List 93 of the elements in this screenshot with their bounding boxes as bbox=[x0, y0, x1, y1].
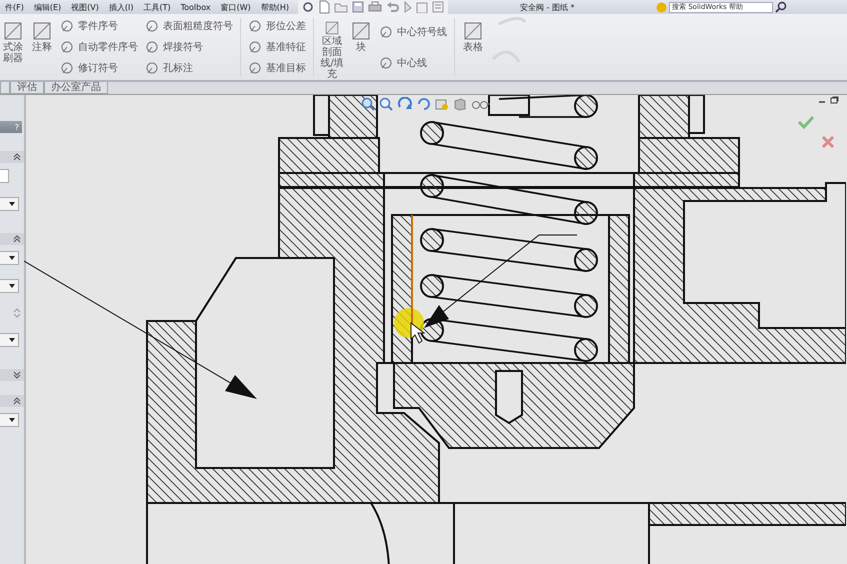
ribbon-button[interactable]: 式涂刷器 bbox=[0, 14, 26, 80]
zoom-icon[interactable] bbox=[361, 97, 375, 111]
section-header[interactable] bbox=[0, 151, 24, 163]
search-icon bbox=[775, 1, 787, 13]
confirm-check-icon[interactable] bbox=[798, 115, 814, 129]
dropdown[interactable] bbox=[0, 333, 19, 347]
restore-icon[interactable] bbox=[830, 96, 839, 104]
save-icon bbox=[352, 1, 364, 13]
new-document-icon bbox=[318, 0, 330, 14]
button-label: 基准目标 bbox=[266, 62, 306, 75]
button-label: 区域剖面线/填充 bbox=[320, 36, 344, 80]
section-header[interactable] bbox=[0, 369, 24, 381]
tool-icon bbox=[31, 20, 53, 42]
ribbon-button[interactable]: 中心符号线 bbox=[379, 24, 447, 38]
undo-icon bbox=[386, 1, 400, 13]
symbol-icon bbox=[145, 19, 159, 34]
ribbon-button[interactable]: 自动零件序号 bbox=[60, 40, 138, 54]
button-label: 式涂刷器 bbox=[2, 42, 24, 64]
button-label: 中心线 bbox=[397, 56, 427, 70]
symbol-icon bbox=[60, 60, 74, 75]
ribbon-button[interactable]: 基准特征 bbox=[248, 40, 306, 54]
menu-item[interactable]: 窗口(W) bbox=[216, 2, 256, 12]
button-label: 注释 bbox=[31, 42, 53, 53]
ribbon-button[interactable]: 注释 bbox=[29, 14, 55, 80]
button-label: 表格 bbox=[462, 42, 484, 53]
dropdown[interactable] bbox=[0, 279, 19, 293]
menu-item[interactable]: 工具(T) bbox=[138, 2, 176, 12]
tool-icon bbox=[350, 20, 372, 42]
button-label: 孔标注 bbox=[163, 62, 193, 75]
display-style-icon[interactable] bbox=[435, 97, 449, 111]
menu-item[interactable]: 编辑(E) bbox=[28, 2, 66, 12]
ribbon-button[interactable]: 区域剖面线/填充 bbox=[319, 14, 345, 80]
button-label: 焊接符号 bbox=[163, 40, 203, 54]
dropdown-arrow-icon bbox=[9, 338, 15, 342]
menu-item[interactable]: 件(F) bbox=[0, 2, 29, 12]
dropdown-arrow-icon bbox=[9, 256, 15, 260]
ribbon-button[interactable]: 孔标注 bbox=[145, 60, 233, 75]
symbol-icon bbox=[248, 19, 262, 34]
menu-item[interactable]: 插入(I) bbox=[104, 2, 138, 12]
button-label: 基准特征 bbox=[266, 40, 306, 54]
tool-icon bbox=[462, 20, 484, 42]
ribbon-button[interactable]: 零件序号 bbox=[60, 19, 138, 34]
ribbon-button[interactable]: 焊接符号 bbox=[145, 40, 233, 54]
dropdown[interactable] bbox=[0, 413, 19, 427]
button-label: 自动零件序号 bbox=[78, 40, 138, 54]
input-field[interactable] bbox=[0, 169, 9, 183]
window-title: 安全阀 - 图纸 * bbox=[520, 2, 575, 12]
button-label: 块 bbox=[355, 42, 367, 53]
symbol-icon bbox=[60, 40, 74, 54]
button-label: 零件序号 bbox=[78, 20, 118, 34]
collapse-icon[interactable] bbox=[13, 153, 21, 161]
ribbon-button[interactable]: 表格 bbox=[460, 14, 486, 80]
symbol-icon bbox=[145, 60, 159, 75]
ribbon-button[interactable]: 修订符号 bbox=[60, 60, 138, 75]
symbol-icon bbox=[379, 56, 393, 70]
ribbon-button[interactable]: 表面粗糙度符号 bbox=[145, 19, 233, 34]
dropdown-arrow-icon bbox=[9, 202, 15, 206]
section-header[interactable] bbox=[0, 395, 24, 407]
print-icon bbox=[368, 1, 382, 13]
cursor-icon bbox=[404, 1, 412, 13]
cursor-icon bbox=[410, 322, 426, 344]
symbol-icon bbox=[379, 24, 393, 38]
button-label: 中心符号线 bbox=[397, 26, 447, 38]
symbol-icon bbox=[60, 19, 74, 34]
menu-item[interactable]: Toolbox bbox=[176, 2, 216, 12]
button-label: 修订符号 bbox=[78, 62, 118, 75]
symbol-icon bbox=[145, 40, 159, 54]
symbol-icon bbox=[248, 40, 262, 54]
tab[interactable]: 评估 bbox=[10, 82, 44, 94]
dropdown-arrow-icon bbox=[9, 418, 15, 422]
ribbon-button[interactable]: 基准目标 bbox=[248, 60, 306, 75]
ribbon-button[interactable]: 块 bbox=[348, 14, 374, 80]
rotate-icon[interactable] bbox=[397, 97, 413, 111]
dropdown[interactable] bbox=[0, 251, 19, 265]
spin-arrows-icon bbox=[14, 308, 20, 318]
menu-item[interactable]: 帮助(H) bbox=[256, 2, 294, 12]
button-label: 表面粗糙度符号 bbox=[163, 20, 233, 34]
expand-icon[interactable] bbox=[13, 371, 21, 379]
tab[interactable]: 办公室产品 bbox=[44, 82, 108, 94]
menu-item[interactable]: 视图(V) bbox=[66, 2, 104, 12]
ribbon-button[interactable]: 中心线 bbox=[379, 56, 447, 70]
logo-mark-icon bbox=[489, 14, 529, 64]
dropdown-arrow-icon bbox=[9, 284, 15, 288]
section-header[interactable] bbox=[0, 233, 24, 245]
button-label: 形位公差 bbox=[266, 20, 306, 34]
dropdown[interactable] bbox=[0, 197, 19, 211]
ribbon-button[interactable]: 形位公差 bbox=[248, 19, 306, 34]
tool-icon bbox=[2, 20, 24, 42]
cube-icon[interactable] bbox=[453, 97, 467, 111]
collapse-icon[interactable] bbox=[13, 235, 21, 243]
rotate-icon[interactable] bbox=[417, 97, 431, 111]
collapse-icon[interactable] bbox=[13, 397, 21, 405]
symbol-icon bbox=[248, 60, 262, 75]
